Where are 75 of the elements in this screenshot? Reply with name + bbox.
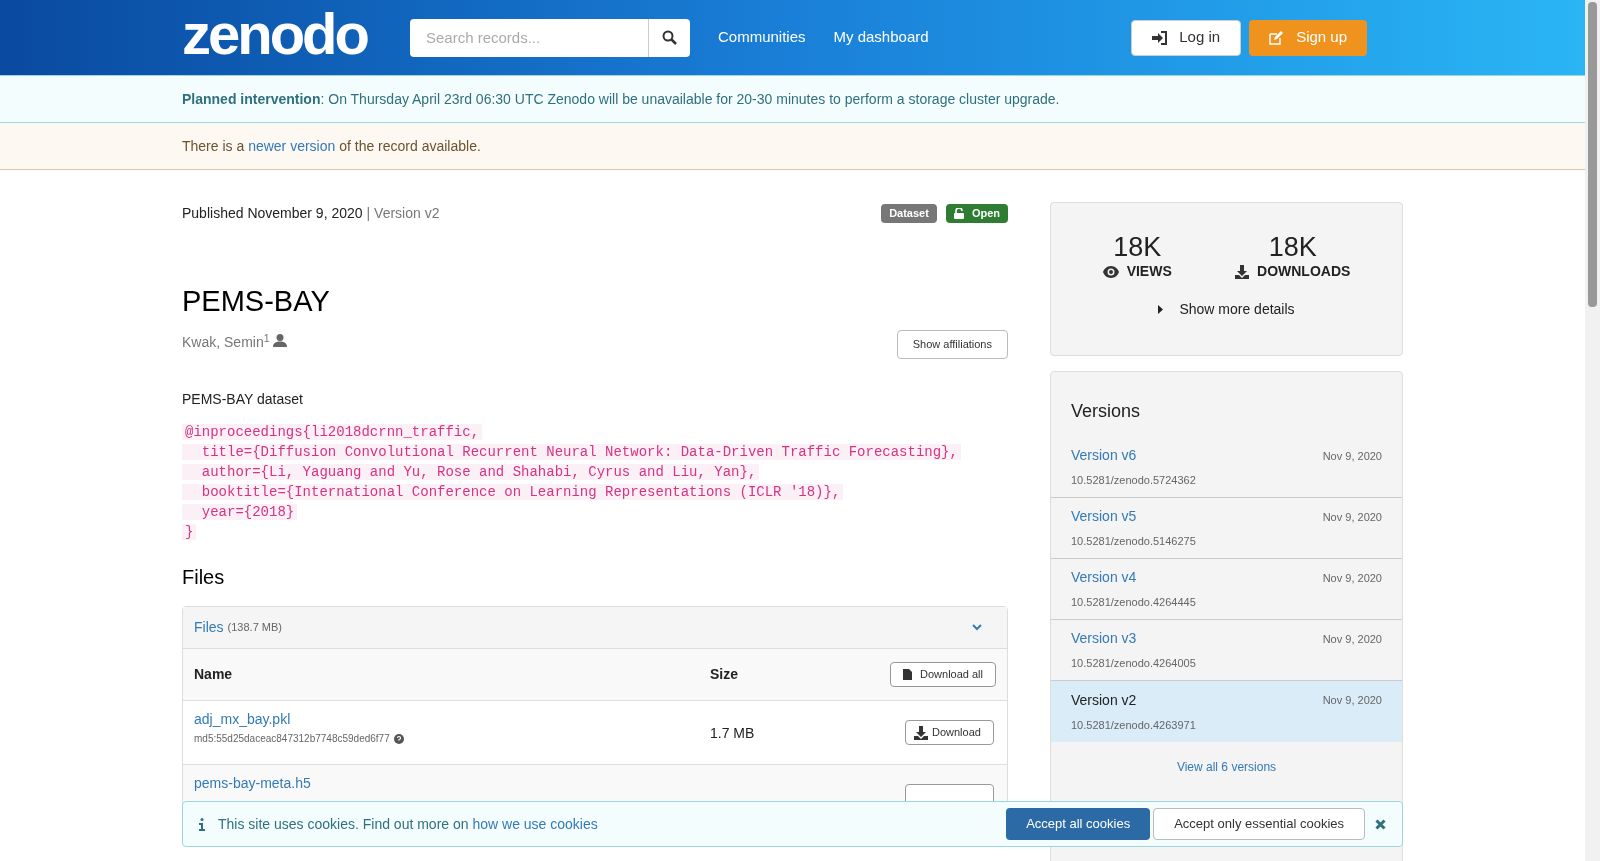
- login-button[interactable]: Log in: [1131, 19, 1242, 56]
- citation-code: @inproceedings{li2018dcrnn_traffic, title={Diffusion Convolutional Recurrent Neural Network: Data-Driven Traffic Forecasting}, author={Li, Yaguang and Yu, Rose and Shahabi, Cyrus and Liu, Yan}, booktitle={International Conference on Learning Representations (ICLR '18)}, year={2018} }: [182, 422, 1008, 542]
- stat-value: 18K: [1268, 233, 1317, 261]
- file-icon: [903, 669, 912, 680]
- version-label: | Version v2: [366, 203, 440, 223]
- file-checksum: md5:55d25daceac847312b7748c59ded6f77: [194, 732, 390, 746]
- version-doi: 10.5281/zenodo.4263971: [1071, 717, 1197, 733]
- show-affiliations-button[interactable]: Show affiliations: [896, 330, 1008, 359]
- access-badge: Open: [945, 203, 1008, 223]
- accept-all-cookies-button[interactable]: Accept all cookies: [1006, 808, 1151, 840]
- column-header: Size: [710, 665, 738, 684]
- cookie-policy-link[interactable]: how we use cookies: [472, 815, 598, 832]
- version-date: Nov 9, 2020: [1322, 631, 1382, 647]
- edit-icon: [1269, 30, 1285, 45]
- version-date: Nov 9, 2020: [1322, 448, 1382, 464]
- version-name: Version v4: [1071, 568, 1137, 588]
- eye-icon: [1102, 265, 1119, 278]
- zenodo-logo[interactable]: zenodo: [182, 4, 367, 63]
- version-date: Nov 9, 2020: [1322, 509, 1382, 525]
- version-doi: 10.5281/zenodo.5146275: [1071, 534, 1197, 550]
- version-doi: 10.5281/zenodo.4264005: [1071, 656, 1197, 672]
- help-icon: [393, 733, 404, 744]
- sign-in-icon: [1152, 30, 1168, 45]
- version-name: Version v6: [1071, 446, 1137, 466]
- version-name: Version v2: [1071, 690, 1137, 710]
- person-icon: [272, 334, 287, 347]
- search-button[interactable]: [648, 18, 690, 57]
- version-name: Version v3: [1071, 629, 1137, 649]
- version-item[interactable]: Version v5 Nov 9, 2020 10.5281/zenodo.5146275: [1051, 498, 1402, 559]
- version-item[interactable]: Version v6 Nov 9, 2020 10.5281/zenodo.5724362: [1051, 437, 1402, 498]
- show-more-details-toggle[interactable]: Show more details: [1158, 299, 1295, 320]
- search-icon: [662, 30, 677, 45]
- file-link[interactable]: pems-bay-meta.h5: [194, 775, 311, 791]
- version-item[interactable]: Version v2 Nov 9, 2020 10.5281/zenodo.4263971: [1051, 681, 1402, 742]
- file-link[interactable]: adj_mx_bay.pkl: [194, 711, 291, 727]
- version-date: Nov 9, 2020: [1322, 570, 1382, 586]
- version-doi: 10.5281/zenodo.4264445: [1071, 595, 1197, 611]
- maintenance-notice: Planned intervention: On Thursday April 23rd 06:30 UTC Zenodo will be unavailable for 20-30 minutes to perform a storage cluster upgrade.: [182, 89, 1060, 109]
- info-icon: [199, 817, 205, 831]
- stat-label: VIEWS: [1126, 262, 1172, 281]
- nav-link[interactable]: Communities: [718, 26, 806, 49]
- type-badge: Dataset: [881, 203, 937, 223]
- scrollbar[interactable]: [1585, 0, 1600, 861]
- search-field[interactable]: Search records...: [410, 18, 648, 57]
- nav-link[interactable]: My dashboard: [833, 26, 929, 49]
- record-description: PEMS-BAY dataset: [182, 390, 304, 409]
- download-icon: [914, 725, 928, 740]
- files-total-size: (138.7 MB): [227, 620, 282, 636]
- record-title: PEMS-BAY: [182, 284, 331, 318]
- version-name: Version v5: [1071, 507, 1137, 527]
- accept-essential-cookies-button[interactable]: Accept only essential cookies: [1153, 808, 1365, 840]
- cookie-notice: This site uses cookies. Find out more on how we use cookies: [218, 814, 598, 834]
- version-doi: 10.5281/zenodo.5724362: [1071, 473, 1197, 489]
- newer-version-link[interactable]: newer version: [248, 137, 336, 154]
- stat-value: 18K: [1113, 233, 1162, 261]
- files-heading: Files: [182, 565, 226, 590]
- author-name: Kwak, Semin$^{1}$: [182, 332, 270, 352]
- publish-date: Published November 9, 2020: [182, 203, 363, 223]
- newer-version-notice: There is a newer version of the record available.: [182, 136, 481, 156]
- files-panel-title: Files: [194, 618, 224, 637]
- download-icon: [1235, 264, 1249, 279]
- download-all-button[interactable]: Download all: [890, 662, 996, 687]
- column-header: Name: [194, 665, 234, 684]
- version-date: Nov 9, 2020: [1322, 693, 1382, 708]
- versions-heading: Versions: [1070, 400, 1142, 423]
- stat-label: DOWNLOADS: [1257, 262, 1351, 281]
- view-all-versions-link[interactable]: View all 6 versions: [1176, 758, 1277, 776]
- close-icon[interactable]: [1375, 818, 1386, 830]
- unlock-icon: [953, 207, 964, 219]
- chevron-down-icon: [972, 624, 982, 631]
- file-size: 1.7 MB: [710, 724, 755, 743]
- download-button[interactable]: Download: [905, 720, 994, 745]
- caret-right-icon: [1158, 305, 1164, 314]
- version-item[interactable]: Version v4 Nov 9, 2020 10.5281/zenodo.4264445: [1051, 559, 1402, 620]
- files-panel-header[interactable]: Files (138.7 MB): [183, 607, 1007, 649]
